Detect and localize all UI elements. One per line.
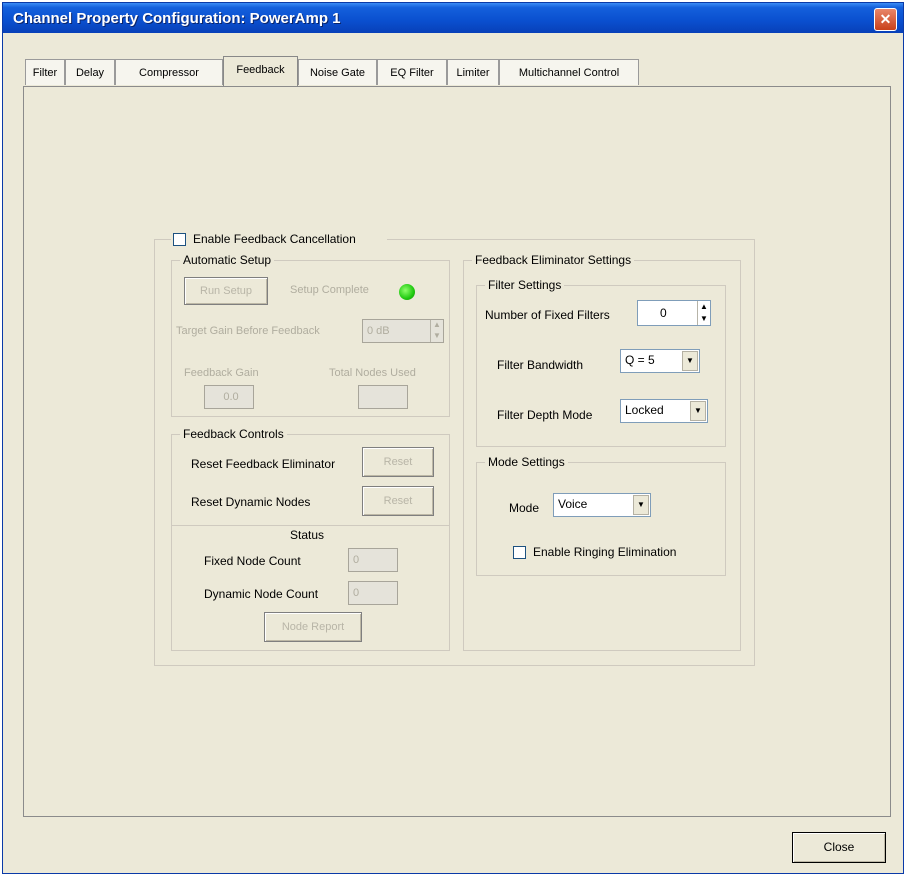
tab-feedback[interactable]: Feedback (223, 56, 298, 86)
tab-filter[interactable]: Filter (25, 59, 65, 85)
fixed-filters-label: Number of Fixed Filters (485, 308, 610, 322)
spin-down-icon[interactable]: ▼ (431, 331, 443, 342)
dropdown-arrow-icon[interactable]: ▼ (690, 401, 706, 421)
title-bar[interactable]: Channel Property Configuration: PowerAmp… (3, 3, 903, 33)
reset-eliminator-label: Reset Feedback Eliminator (191, 457, 336, 471)
fixed-filters-spinner[interactable]: ▲ ▼ (697, 301, 710, 325)
mode-value: Voice (558, 497, 588, 511)
filter-depth-value: Locked (625, 403, 664, 417)
enable-feedback-row: Enable Feedback Cancellation (171, 232, 387, 248)
tab-limiter[interactable]: Limiter (447, 59, 499, 85)
mode-settings-group: Mode Settings Mode Voice ▼ Enable Ringin… (476, 455, 726, 576)
target-gain-value: 0 dB (367, 325, 390, 337)
automatic-setup-title: Automatic Setup (180, 253, 275, 267)
close-icon[interactable]: ✕ (874, 8, 897, 31)
tab-compressor[interactable]: Compressor (115, 59, 223, 85)
total-nodes-field (358, 385, 408, 409)
mode-settings-title: Mode Settings (485, 455, 568, 469)
filter-bandwidth-label: Filter Bandwidth (497, 358, 584, 372)
target-gain-label: Target Gain Before Feedback (176, 325, 320, 337)
fixed-node-count-label: Fixed Node Count (204, 554, 301, 568)
dynamic-node-count-label: Dynamic Node Count (204, 587, 319, 601)
window-title: Channel Property Configuration: PowerAmp… (13, 10, 341, 27)
dialog-window: Channel Property Configuration: PowerAmp… (2, 2, 904, 874)
dropdown-arrow-icon[interactable]: ▼ (682, 351, 698, 371)
tab-delay[interactable]: Delay (65, 59, 115, 85)
feedback-controls-group: Feedback Controls Reset Feedback Elimina… (171, 427, 450, 651)
spin-up-icon[interactable]: ▲ (431, 320, 443, 331)
reset-dynamic-button[interactable]: Reset (362, 486, 434, 516)
dropdown-arrow-icon[interactable]: ▼ (633, 495, 649, 515)
fixed-node-count-field: 0 (348, 548, 398, 572)
reset-dynamic-label: Reset Dynamic Nodes (191, 495, 311, 509)
eliminator-settings-group: Feedback Eliminator Settings Filter Sett… (463, 253, 741, 651)
node-report-button[interactable]: Node Report (264, 612, 362, 642)
filter-settings-title: Filter Settings (485, 278, 565, 292)
mode-select[interactable]: Voice ▼ (553, 493, 651, 517)
enable-feedback-checkbox[interactable] (173, 233, 186, 246)
mode-label: Mode (509, 501, 540, 515)
spin-down-icon[interactable]: ▼ (698, 313, 710, 325)
filter-depth-select[interactable]: Locked ▼ (620, 399, 708, 423)
fixed-filters-field[interactable]: 0 ▲ ▼ (637, 300, 711, 326)
filter-bandwidth-value: Q = 5 (625, 353, 655, 367)
reset-eliminator-button[interactable]: Reset (362, 447, 434, 477)
run-setup-button[interactable]: Run Setup (184, 277, 268, 305)
enable-feedback-label: Enable Feedback Cancellation (193, 232, 356, 246)
tab-noise-gate[interactable]: Noise Gate (298, 59, 377, 85)
automatic-setup-group: Automatic Setup Run Setup Setup Complete… (171, 253, 450, 417)
feedback-controls-title: Feedback Controls (180, 427, 287, 441)
status-title: Status (290, 528, 325, 542)
feedback-cancellation-group: Enable Feedback Cancellation Automatic S… (154, 232, 755, 666)
filter-settings-group: Filter Settings Number of Fixed Filters … (476, 278, 726, 447)
dynamic-node-count-field: 0 (348, 581, 398, 605)
filter-depth-label: Filter Depth Mode (497, 408, 593, 422)
spin-up-icon[interactable]: ▲ (698, 301, 710, 313)
target-gain-field[interactable]: 0 dB ▲ ▼ (362, 319, 444, 343)
filter-bandwidth-select[interactable]: Q = 5 ▼ (620, 349, 700, 373)
tab-eq-filter[interactable]: EQ Filter (377, 59, 447, 85)
close-button[interactable]: Close (792, 832, 886, 863)
eliminator-settings-title: Feedback Eliminator Settings (472, 253, 635, 267)
ringing-elimination-checkbox[interactable] (513, 546, 526, 559)
setup-complete-label: Setup Complete (290, 284, 369, 296)
fixed-filters-value: 0 (660, 306, 667, 320)
feedback-tab-panel: Enable Feedback Cancellation Automatic S… (23, 86, 891, 817)
feedback-gain-field: 0.0 (204, 385, 254, 409)
setup-complete-led-icon (399, 284, 415, 300)
status-divider (172, 525, 449, 526)
total-nodes-label: Total Nodes Used (329, 367, 416, 379)
ringing-elimination-label: Enable Ringing Elimination (533, 545, 677, 559)
feedback-gain-label: Feedback Gain (184, 367, 259, 379)
tab-multichannel-control[interactable]: Multichannel Control (499, 59, 639, 85)
target-gain-spinner[interactable]: ▲ ▼ (430, 320, 443, 342)
